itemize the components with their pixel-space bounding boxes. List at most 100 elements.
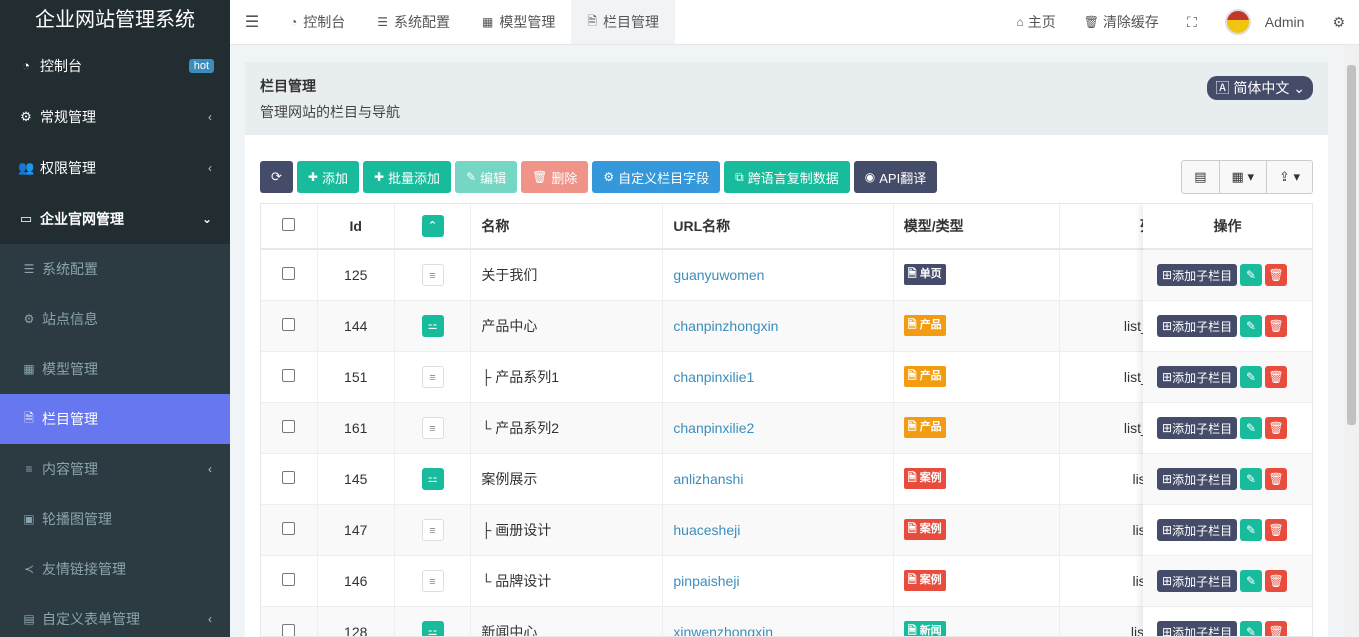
- row-delete-button[interactable]: 🗑: [1265, 570, 1288, 592]
- copy-language-button[interactable]: ⧉ 跨语言复制数据: [724, 161, 850, 193]
- row-delete-button[interactable]: 🗑: [1265, 366, 1288, 388]
- add-child-button[interactable]: ⊞ 添加子栏目: [1157, 621, 1238, 636]
- header-name[interactable]: 名称: [470, 204, 664, 250]
- sitemap-icon[interactable]: ⚍: [421, 314, 444, 337]
- row-edit-button[interactable]: ✎: [1240, 621, 1263, 636]
- add-child-button[interactable]: ⊞ 添加子栏目: [1157, 315, 1238, 337]
- menu-toggle-icon[interactable]: ☰: [230, 0, 274, 44]
- tab-models[interactable]: ▦ 模型管理: [466, 0, 571, 44]
- tab-columns[interactable]: 🗎 栏目管理: [571, 0, 676, 44]
- tab-system-config[interactable]: ☰ 系统配置: [361, 0, 466, 44]
- row-checkbox[interactable]: [282, 266, 296, 280]
- row-delete-button[interactable]: 🗑: [1265, 264, 1288, 286]
- clear-cache-button[interactable]: 🗑 清除缓存: [1070, 12, 1173, 32]
- api-translate-button[interactable]: ◉ API翻译: [853, 161, 938, 193]
- sitemap-icon[interactable]: ⚍: [421, 620, 444, 636]
- type-label: 产品: [919, 319, 942, 331]
- header-url[interactable]: URL名称: [662, 204, 894, 250]
- add-child-button[interactable]: ⊞ 添加子栏目: [1157, 468, 1238, 490]
- row-edit-button[interactable]: ✎: [1240, 264, 1263, 286]
- row-delete-button[interactable]: 🗑: [1265, 417, 1288, 439]
- row-checkbox-cell: [261, 504, 318, 556]
- toggle-view-icon[interactable]: ▤: [1182, 161, 1220, 193]
- add-child-button[interactable]: ⊞ 添加子栏目: [1157, 519, 1238, 541]
- add-child-button[interactable]: ⊞ 添加子栏目: [1157, 264, 1238, 286]
- user-menu[interactable]: Admin: [1211, 9, 1319, 35]
- fullscreen-icon[interactable]: ⛶: [1173, 14, 1211, 31]
- batch-add-button[interactable]: ✚ 批量添加: [362, 161, 452, 193]
- sidebar-item-permissions[interactable]: 👥 权限管理 ‹: [0, 142, 230, 193]
- list-icon: ≡: [421, 416, 444, 439]
- row-delete-button[interactable]: 🗑: [1265, 315, 1288, 337]
- sidebar-item-models[interactable]: ▦ 模型管理: [0, 344, 230, 394]
- header-type[interactable]: 模型/类型: [893, 204, 1061, 250]
- add-child-button[interactable]: ⊞ 添加子栏目: [1157, 417, 1238, 439]
- row-edit-button[interactable]: ✎: [1240, 315, 1263, 337]
- row-checkbox[interactable]: [282, 368, 296, 382]
- list-icon: ≡: [421, 365, 444, 388]
- row-name: 案例展示: [470, 453, 664, 505]
- type-label: 案例: [919, 472, 942, 484]
- row-edit-button[interactable]: ✎: [1240, 417, 1263, 439]
- sidebar-item-columns[interactable]: 🗎 栏目管理: [0, 394, 230, 444]
- home-link[interactable]: ⌂ 主页: [1002, 12, 1069, 32]
- row-url-link[interactable]: huacesheji: [673, 522, 740, 538]
- refresh-button[interactable]: ⟳: [260, 161, 293, 193]
- tab-dashboard[interactable]: ◔ 控制台: [274, 0, 361, 44]
- columns-icon[interactable]: ▦ ▾: [1220, 161, 1267, 193]
- sidebar-item-site-info[interactable]: ⚙ 站点信息: [0, 294, 230, 344]
- scrollbar-thumb[interactable]: [1347, 65, 1356, 425]
- copy-icon: ⧉: [735, 169, 744, 184]
- sitemap-icon[interactable]: ⚍: [421, 467, 444, 490]
- row-delete-button[interactable]: 🗑: [1265, 621, 1288, 636]
- row-url-link[interactable]: chanpinzhongxin: [673, 318, 778, 334]
- sidebar-item-website[interactable]: ▭ 企业官网管理 ⌄: [0, 193, 230, 244]
- row-checkbox[interactable]: [282, 521, 296, 535]
- sidebar-item-links[interactable]: ≺ 友情链接管理: [0, 544, 230, 594]
- select-all-checkbox[interactable]: [282, 218, 296, 231]
- plus-icon: ✚: [373, 170, 385, 184]
- row-checkbox-cell: [261, 453, 318, 505]
- row-checkbox[interactable]: [282, 470, 296, 484]
- add-button[interactable]: ✚ 添加: [296, 161, 359, 193]
- sidebar-item-dashboard[interactable]: ◔ 控制台 hot: [0, 40, 230, 91]
- export-icon[interactable]: ⇪ ▾: [1267, 161, 1312, 193]
- row-checkbox[interactable]: [282, 572, 296, 586]
- edit-button[interactable]: ✎ 编辑: [455, 161, 518, 193]
- settings-icon[interactable]: ⚙: [1318, 14, 1359, 31]
- custom-fields-button[interactable]: ⚙ 自定义栏目字段: [592, 161, 721, 193]
- chevron-up-icon[interactable]: ⌃: [421, 215, 444, 237]
- row-checkbox[interactable]: [282, 623, 296, 636]
- scrollbar[interactable]: [1344, 45, 1359, 637]
- row-delete-button[interactable]: 🗑: [1265, 468, 1288, 490]
- language-select[interactable]: 🄰 简体中文 ⌄: [1207, 76, 1313, 100]
- sidebar-item-carousel[interactable]: ▣ 轮播图管理: [0, 494, 230, 544]
- row-id: 151: [317, 351, 395, 403]
- row-url-link[interactable]: guanyuwomen: [673, 267, 764, 283]
- row-url-link[interactable]: chanpinxilie1: [673, 369, 754, 385]
- row-edit-button[interactable]: ✎: [1240, 366, 1263, 388]
- row-url-link[interactable]: anlizhanshi: [673, 471, 743, 487]
- row-checkbox[interactable]: [282, 419, 296, 433]
- row-url-link[interactable]: pinpaisheji: [673, 573, 739, 589]
- add-child-button[interactable]: ⊞ 添加子栏目: [1157, 366, 1238, 388]
- row-edit-button[interactable]: ✎: [1240, 519, 1263, 541]
- home-label: 主页: [1027, 14, 1056, 30]
- sidebar-item-content[interactable]: ≡ 内容管理 ‹: [0, 444, 230, 494]
- row-edit-button[interactable]: ✎: [1240, 570, 1263, 592]
- delete-button[interactable]: 🗑 删除: [521, 161, 589, 193]
- row-edit-button[interactable]: ✎: [1240, 468, 1263, 490]
- gear-icon: ⚙: [603, 170, 615, 184]
- add-label: 添加: [321, 170, 348, 186]
- add-child-button[interactable]: ⊞ 添加子栏目: [1157, 570, 1238, 592]
- row-checkbox[interactable]: [282, 317, 296, 331]
- sidebar-item-forms[interactable]: ▤ 自定义表单管理 ‹: [0, 594, 230, 637]
- sidebar-item-system-config[interactable]: ☰ 系统配置: [0, 244, 230, 294]
- row-type-cell: 🗎 产品: [893, 351, 1061, 403]
- row-delete-button[interactable]: 🗑: [1265, 519, 1288, 541]
- header-id[interactable]: Id: [317, 204, 395, 250]
- row-url-link[interactable]: chanpinxilie2: [673, 420, 754, 436]
- pencil-icon: ✎: [1246, 574, 1257, 588]
- sidebar-item-general[interactable]: ⚙ 常规管理 ‹: [0, 91, 230, 142]
- row-url-link[interactable]: xinwenzhongxin: [673, 624, 773, 637]
